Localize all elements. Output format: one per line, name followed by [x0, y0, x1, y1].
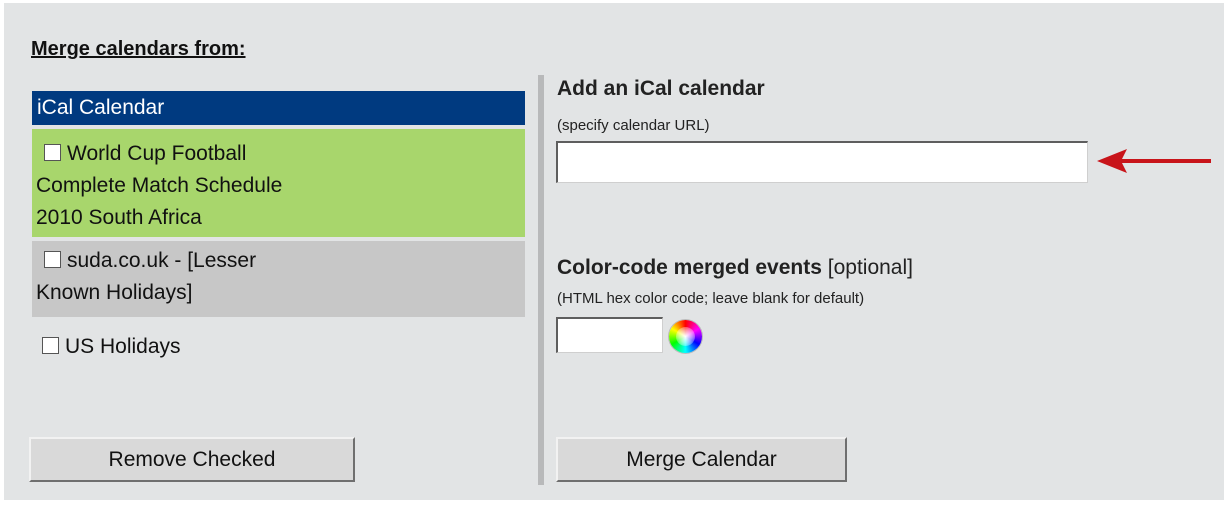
world-cup-title: World Cup Football	[67, 142, 247, 165]
remove-checked-button[interactable]: Remove Checked	[29, 437, 355, 482]
calendar-item-us-holidays: US Holidays	[32, 331, 525, 365]
suda-checkbox[interactable]	[44, 251, 61, 268]
world-cup-checkbox[interactable]	[44, 144, 61, 161]
suda-title: suda.co.uk - [Lesser	[67, 249, 257, 272]
hex-color-input[interactable]	[556, 317, 663, 353]
optional-label: [optional]	[827, 256, 913, 279]
merge-calendar-button[interactable]: Merge Calendar	[556, 437, 847, 482]
calendar-item-world-cup: World Cup Football Complete Match Schedu…	[32, 129, 525, 237]
color-code-title: Color-code merged events	[557, 256, 822, 279]
merge-calendars-heading: Merge calendars from:	[31, 38, 246, 60]
suda-line2: Known Holidays]	[36, 281, 193, 304]
us-holidays-checkbox[interactable]	[42, 337, 59, 354]
calendar-url-input[interactable]	[556, 141, 1088, 183]
world-cup-line2: Complete Match Schedule	[36, 174, 283, 197]
ical-calendar-list-header: iCal Calendar	[32, 91, 525, 125]
us-holidays-title: US Holidays	[65, 335, 181, 358]
add-ical-heading: Add an iCal calendar	[557, 77, 765, 100]
world-cup-line3: 2010 South Africa	[36, 206, 202, 229]
ical-url-hint: (specify calendar URL)	[557, 117, 710, 134]
color-wheel-icon[interactable]	[669, 320, 702, 353]
calendar-item-suda: suda.co.uk - [Lesser Known Holidays]	[32, 241, 525, 317]
color-code-heading: Color-code merged events [optional]	[557, 256, 913, 280]
vertical-divider	[538, 75, 544, 485]
red-arrow-pointing-left-icon	[1097, 149, 1211, 173]
color-hint: (HTML hex color code; leave blank for de…	[557, 290, 865, 307]
